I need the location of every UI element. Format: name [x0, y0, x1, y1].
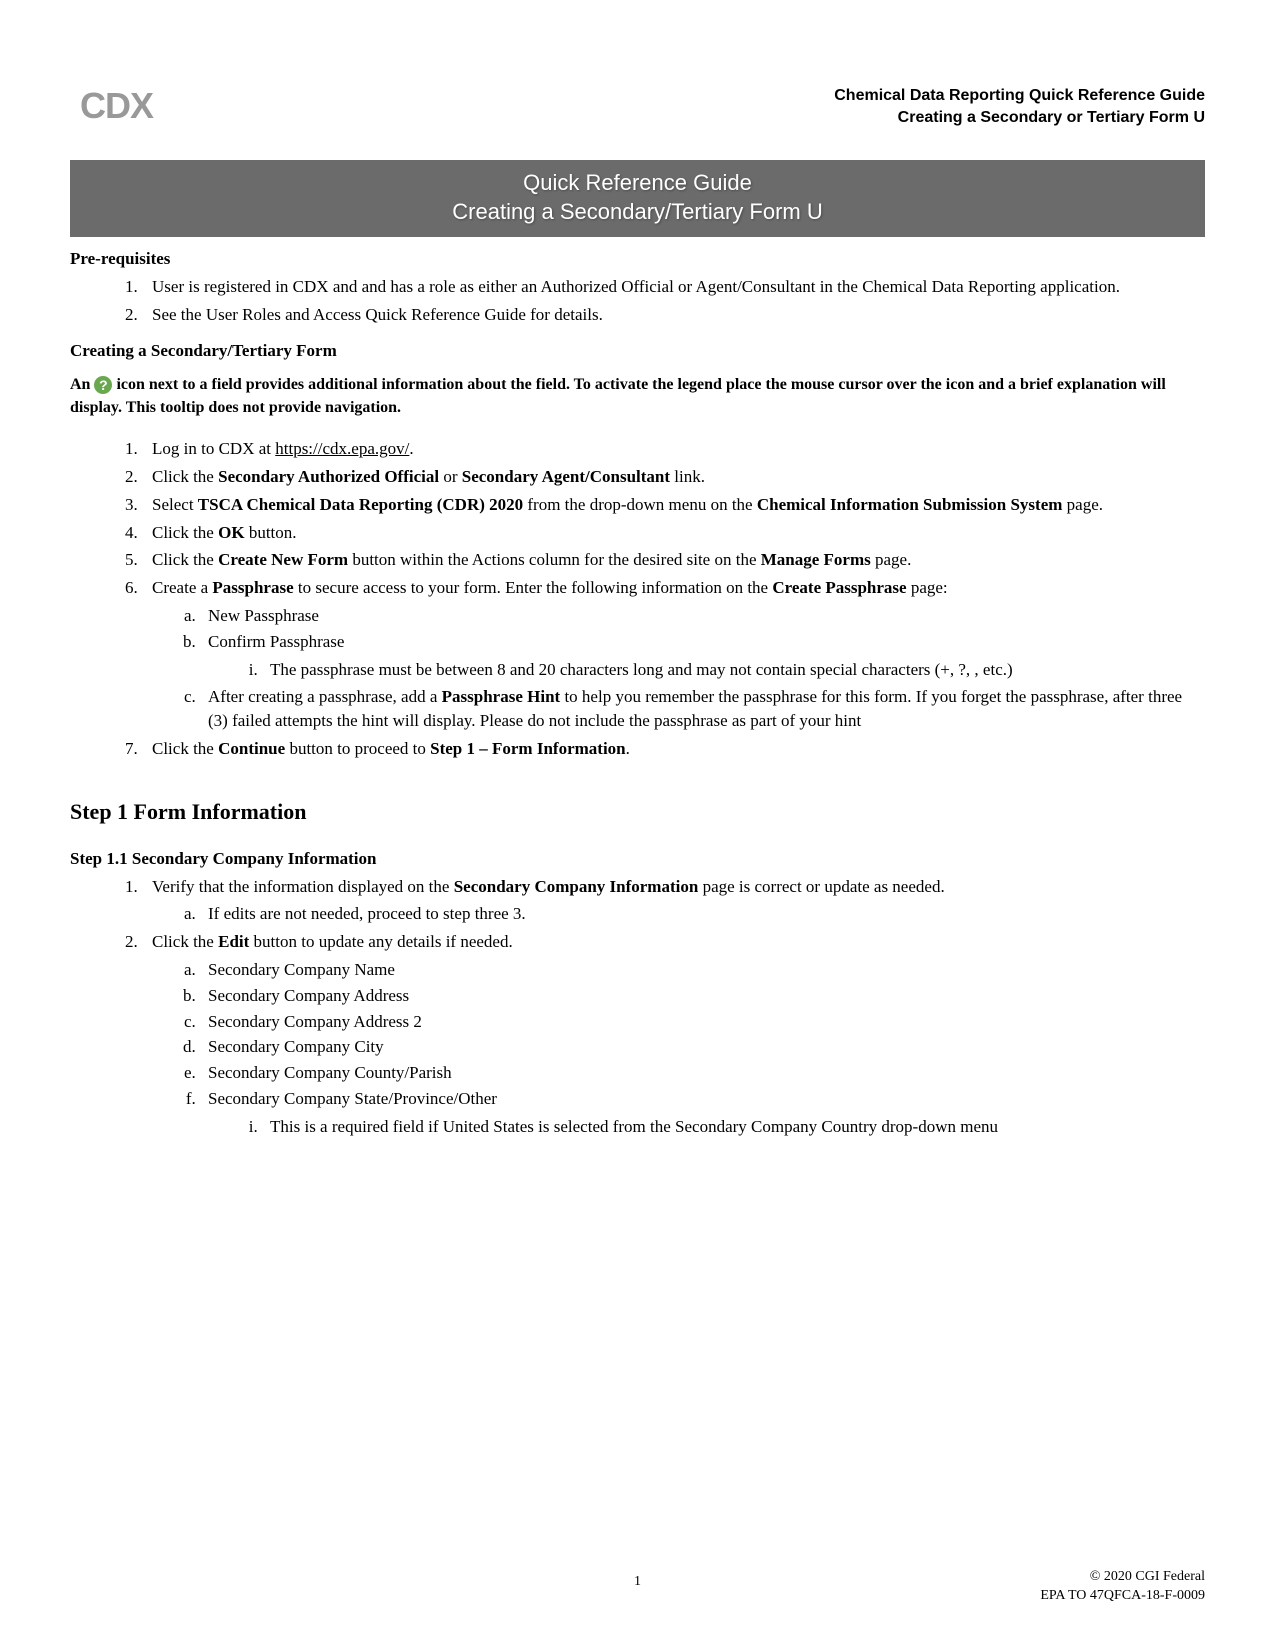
- text: Log in to CDX at: [152, 439, 275, 458]
- step-item: Click the Secondary Authorized Official …: [142, 465, 1205, 489]
- text: button to proceed to: [285, 739, 430, 758]
- sub-item: Confirm Passphrase The passphrase must b…: [200, 630, 1205, 682]
- prerequisites-list: User is registered in CDX and and has a …: [70, 275, 1205, 327]
- text: Click the: [152, 523, 218, 542]
- step-item: Log in to CDX at https://cdx.epa.gov/.: [142, 437, 1205, 461]
- bold-text: Chemical Information Submission System: [757, 495, 1063, 514]
- note-prefix: An: [70, 376, 94, 393]
- bold-text: OK: [218, 523, 244, 542]
- text: After creating a passphrase, add a: [208, 687, 442, 706]
- banner-line1: Quick Reference Guide: [70, 168, 1205, 198]
- sub-item: If edits are not needed, proceed to step…: [200, 902, 1205, 926]
- text: page.: [1062, 495, 1103, 514]
- detail-item: The passphrase must be between 8 and 20 …: [262, 658, 1205, 682]
- passphrase-detail-list: The passphrase must be between 8 and 20 …: [208, 658, 1205, 682]
- text: Click the: [152, 739, 218, 758]
- creating-heading: Creating a Secondary/Tertiary Form: [70, 341, 1205, 361]
- text: button within the Actions column for the…: [348, 550, 761, 569]
- text: Select: [152, 495, 198, 514]
- creating-steps-list: Log in to CDX at https://cdx.epa.gov/. C…: [70, 437, 1205, 761]
- copyright: © 2020 CGI Federal: [1040, 1568, 1205, 1587]
- banner-line2: Creating a Secondary/Tertiary Form U: [70, 197, 1205, 227]
- text: Click the: [152, 932, 218, 951]
- cdx-login-link[interactable]: https://cdx.epa.gov/: [275, 439, 409, 458]
- prereq-item: User is registered in CDX and and has a …: [142, 275, 1205, 299]
- bold-text: Edit: [218, 932, 249, 951]
- info-icon-note: An ? icon next to a field provides addit…: [70, 373, 1205, 419]
- list-item: Click the Edit button to update any deta…: [142, 930, 1205, 1138]
- text: page:: [907, 578, 948, 597]
- field-item: Secondary Company Name: [200, 958, 1205, 982]
- bold-text: Secondary Authorized Official: [218, 467, 439, 486]
- field-detail-list: This is a required field if United State…: [208, 1115, 1205, 1139]
- field-item: Secondary Company State/Province/Other T…: [200, 1087, 1205, 1139]
- footer-right: © 2020 CGI Federal EPA TO 47QFCA-18-F-00…: [1040, 1568, 1205, 1606]
- field-item: Secondary Company Address 2: [200, 1010, 1205, 1034]
- edit-fields-list: Secondary Company Name Secondary Company…: [152, 958, 1205, 1139]
- title-banner: Quick Reference Guide Creating a Seconda…: [70, 160, 1205, 237]
- text: button to update any details if needed.: [249, 932, 512, 951]
- text: page.: [871, 550, 912, 569]
- contract-number: EPA TO 47QFCA-18-F-0009: [1040, 1587, 1205, 1606]
- passphrase-sublist: New Passphrase Confirm Passphrase The pa…: [152, 604, 1205, 733]
- text: button.: [245, 523, 297, 542]
- list-item: Verify that the information displayed on…: [142, 875, 1205, 927]
- prereq-item: See the User Roles and Access Quick Refe…: [142, 303, 1205, 327]
- sub-item: New Passphrase: [200, 604, 1205, 628]
- step-item: Create a Passphrase to secure access to …: [142, 576, 1205, 733]
- bold-text: Create Passphrase: [772, 578, 906, 597]
- bold-text: Step 1 – Form Information: [430, 739, 625, 758]
- text: Secondary Company State/Province/Other: [208, 1089, 497, 1108]
- info-icon: ?: [94, 376, 112, 394]
- note-suffix: icon next to a field provides additional…: [70, 376, 1166, 416]
- header-line1: Chemical Data Reporting Quick Reference …: [70, 85, 1205, 107]
- company-info-list: Verify that the information displayed on…: [70, 875, 1205, 1139]
- header-line2: Creating a Secondary or Tertiary Form U: [70, 107, 1205, 129]
- prerequisites-heading: Pre-requisites: [70, 249, 1205, 269]
- text: .: [626, 739, 630, 758]
- bold-text: Create New Form: [218, 550, 348, 569]
- header-right: Chemical Data Reporting Quick Reference …: [70, 85, 1205, 130]
- step1-1-heading: Step 1.1 Secondary Company Information: [70, 849, 1205, 869]
- bold-text: Secondary Company Information: [454, 877, 699, 896]
- field-item: Secondary Company City: [200, 1035, 1205, 1059]
- sublist: If edits are not needed, proceed to step…: [152, 902, 1205, 926]
- page-number: 1: [70, 1574, 1205, 1590]
- field-item: Secondary Company Address: [200, 984, 1205, 1008]
- bold-text: Secondary Agent/Consultant: [462, 467, 670, 486]
- detail-item: This is a required field if United State…: [262, 1115, 1205, 1139]
- step-item: Select TSCA Chemical Data Reporting (CDR…: [142, 493, 1205, 517]
- text: Create a: [152, 578, 212, 597]
- text: to secure access to your form. Enter the…: [294, 578, 773, 597]
- text: Verify that the information displayed on…: [152, 877, 454, 896]
- sub-item: After creating a passphrase, add a Passp…: [200, 685, 1205, 733]
- bold-text: Passphrase Hint: [442, 687, 561, 706]
- bold-text: Continue: [218, 739, 285, 758]
- text: link.: [670, 467, 705, 486]
- text: Click the: [152, 550, 218, 569]
- bold-text: Passphrase: [212, 578, 293, 597]
- step-item: Click the Continue button to proceed to …: [142, 737, 1205, 761]
- text: .: [409, 439, 413, 458]
- text: page is correct or update as needed.: [698, 877, 944, 896]
- page-footer: 1 © 2020 CGI Federal EPA TO 47QFCA-18-F-…: [70, 1574, 1205, 1590]
- bold-text: Manage Forms: [761, 550, 871, 569]
- field-item: Secondary Company County/Parish: [200, 1061, 1205, 1085]
- bold-text: TSCA Chemical Data Reporting (CDR) 2020: [198, 495, 523, 514]
- cdx-logo: CDX: [80, 85, 153, 127]
- step-item: Click the OK button.: [142, 521, 1205, 545]
- step1-heading: Step 1 Form Information: [70, 799, 1205, 825]
- text: or: [439, 467, 462, 486]
- text: from the drop-down menu on the: [523, 495, 757, 514]
- text: Confirm Passphrase: [208, 632, 344, 651]
- step-item: Click the Create New Form button within …: [142, 548, 1205, 572]
- text: Click the: [152, 467, 218, 486]
